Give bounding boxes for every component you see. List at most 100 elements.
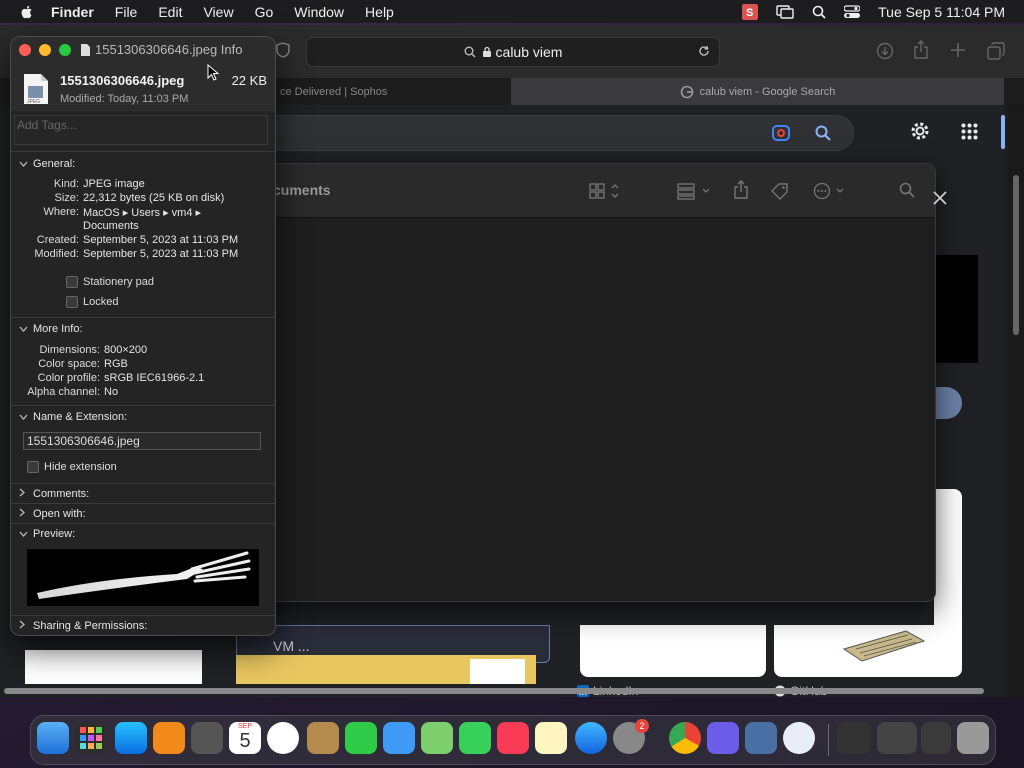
spotlight-search-icon[interactable] — [812, 5, 826, 19]
privacy-shield-icon[interactable] — [276, 42, 290, 63]
sophos-icon[interactable]: S — [742, 3, 759, 20]
messages-icon[interactable] — [459, 722, 491, 754]
locked-checkbox[interactable]: Locked — [66, 296, 118, 308]
address-bar[interactable]: calub viem — [306, 37, 720, 67]
chevron-down-icon — [19, 528, 29, 540]
open-with-header[interactable]: Open with: — [19, 508, 86, 520]
close-icon[interactable] — [933, 191, 947, 210]
control-center-icon[interactable] — [844, 4, 861, 19]
share-icon[interactable] — [913, 40, 929, 65]
sophos-app-icon[interactable] — [745, 722, 777, 754]
books-icon[interactable] — [153, 722, 185, 754]
result-card-title: VM ... — [273, 638, 310, 654]
calendar-icon[interactable]: SEP 5 — [229, 722, 261, 754]
mail-icon[interactable] — [383, 722, 415, 754]
system-settings-icon[interactable]: 2 — [613, 719, 649, 754]
contacts-icon[interactable] — [307, 722, 339, 754]
thumbnail-result[interactable] — [236, 655, 536, 684]
alpha-row: Alpha channel: No — [11, 386, 118, 398]
menu-clock[interactable]: Tue Sep 5 11:04 PM — [878, 4, 1005, 20]
chrome-icon[interactable] — [669, 722, 701, 754]
github-card[interactable] — [774, 625, 962, 677]
zoom-button[interactable] — [59, 44, 71, 56]
calculator-icon[interactable] — [191, 722, 223, 754]
scrollbar-thumb[interactable] — [1013, 175, 1019, 335]
facetime-icon[interactable] — [345, 722, 377, 754]
alpha-value: No — [104, 386, 119, 398]
notes-icon[interactable] — [535, 722, 567, 754]
menu-edit[interactable]: Edit — [158, 4, 182, 20]
google-search-box[interactable] — [250, 115, 854, 151]
dimensions-row: Dimensions: 800×200 — [11, 344, 147, 356]
comments-header[interactable]: Comments: — [19, 488, 89, 500]
tab-google-search[interactable]: calub viem - Google Search — [511, 78, 1004, 105]
general-section: General: Kind: JPEG image Size: 22,312 byt… — [11, 151, 275, 318]
hide-extension-checkbox[interactable]: Hide extension — [27, 461, 117, 473]
tag-icon[interactable] — [770, 182, 790, 205]
close-button[interactable] — [19, 44, 31, 56]
menu-window[interactable]: Window — [294, 4, 344, 20]
preview-image — [27, 549, 259, 606]
file-name-field[interactable]: 1551306306646.jpeg — [23, 432, 261, 450]
thumbnail-result[interactable] — [25, 650, 202, 684]
safari-icon[interactable] — [575, 722, 607, 754]
name-extension-header[interactable]: Name & Extension: — [19, 411, 127, 423]
reload-icon[interactable] — [697, 44, 711, 58]
color-space-key: Color space: — [38, 358, 100, 370]
group-by-icon[interactable] — [677, 182, 713, 205]
menu-help[interactable]: Help — [365, 4, 394, 20]
trash-icon[interactable] — [957, 722, 989, 754]
recent-window-thumbnail[interactable] — [877, 722, 917, 754]
menu-bar: Finder File Edit View Go Window Help S T… — [0, 0, 1024, 23]
clock-icon[interactable] — [267, 722, 299, 754]
app-icon[interactable] — [783, 722, 815, 754]
recent-window-thumbnail[interactable] — [837, 722, 871, 754]
image-result[interactable] — [934, 255, 978, 363]
launchpad-icon[interactable] — [75, 722, 107, 754]
recent-window-thumbnail[interactable] — [921, 722, 951, 754]
preview-header[interactable]: Preview: — [19, 528, 75, 540]
checkbox-box[interactable] — [66, 276, 78, 288]
app-store-icon[interactable] — [115, 722, 147, 754]
result-pill[interactable] — [934, 387, 962, 419]
more-info-header[interactable]: More Info: — [19, 323, 83, 335]
app-icon[interactable] — [707, 722, 739, 754]
kind-key: Kind: — [53, 178, 79, 190]
sharing-header[interactable]: Sharing & Permissions: — [19, 620, 147, 632]
tab-sophos[interactable]: ce Delivered | Sophos — [276, 78, 514, 105]
settings-gear-icon[interactable] — [909, 120, 931, 142]
stationery-checkbox[interactable]: Stationery pad — [66, 276, 154, 288]
tab-overview-icon[interactable] — [987, 42, 1005, 65]
music-icon[interactable] — [497, 722, 529, 754]
more-info-section: More Info: Dimensions: 800×200 Color spac… — [11, 317, 275, 406]
checkbox-box[interactable] — [27, 461, 39, 473]
chevron-right-icon — [19, 620, 29, 632]
menu-view[interactable]: View — [203, 4, 233, 20]
share-icon[interactable] — [733, 180, 749, 205]
color-space-row: Color space: RGB — [11, 358, 128, 370]
menu-file[interactable]: File — [115, 4, 138, 20]
checkbox-box[interactable] — [66, 296, 78, 308]
linkedin-card[interactable] — [580, 625, 766, 677]
apple-icon[interactable] — [19, 4, 35, 20]
downloads-icon[interactable] — [876, 42, 894, 65]
google-favicon-icon — [680, 85, 693, 98]
apps-grid-icon[interactable] — [961, 123, 978, 140]
tags-field[interactable]: Add Tags... — [14, 115, 268, 145]
minimize-button[interactable] — [39, 44, 51, 56]
screen-mirroring-icon[interactable] — [776, 4, 794, 19]
menu-go[interactable]: Go — [255, 4, 274, 20]
menu-app-name[interactable]: Finder — [51, 4, 94, 20]
scrollbar-thumb[interactable] — [4, 688, 984, 694]
google-lens-icon[interactable] — [771, 124, 791, 142]
search-submit-icon[interactable] — [815, 125, 831, 141]
search-icon[interactable] — [899, 182, 915, 203]
new-tab-icon[interactable] — [950, 42, 966, 63]
finder-icon[interactable] — [37, 722, 69, 754]
more-actions-icon[interactable] — [813, 182, 849, 205]
vertical-scrollbar[interactable] — [1008, 105, 1024, 697]
horizontal-scrollbar[interactable] — [0, 685, 1004, 697]
general-header[interactable]: General: — [19, 158, 75, 170]
icon-view-icon[interactable] — [589, 182, 621, 205]
maps-icon[interactable] — [421, 722, 453, 754]
